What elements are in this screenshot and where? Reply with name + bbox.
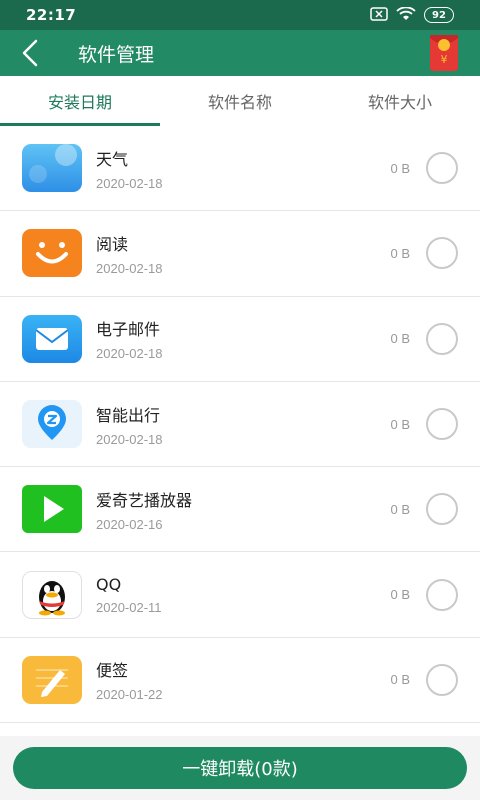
tab-app-name[interactable]: 软件名称: [160, 76, 320, 126]
list-item[interactable]: 智能出行 2020-02-18 0 B: [0, 381, 480, 468]
iqiyi-icon: [22, 485, 82, 534]
app-name: 阅读: [96, 234, 129, 254]
select-radio[interactable]: [426, 578, 458, 611]
tab-install-date[interactable]: 安装日期: [0, 76, 160, 126]
install-date: 2020-01-22: [96, 687, 163, 703]
one-click-uninstall-button[interactable]: 一键卸载(0款): [13, 747, 467, 789]
app-name: 智能出行: [96, 405, 161, 425]
app-name: 便签: [96, 661, 129, 681]
status-icons: 92: [370, 6, 454, 25]
battery-indicator: 92: [424, 7, 454, 23]
sort-tabs: 安装日期 软件名称 软件大小: [0, 76, 480, 126]
install-date: 2020-02-16: [96, 516, 163, 532]
install-date: 2020-02-11: [96, 599, 162, 615]
notes-icon: [22, 655, 82, 704]
app-size: 0 B: [390, 331, 410, 347]
back-arrow-icon: [22, 39, 38, 67]
app-name: 爱奇艺播放器: [96, 490, 193, 510]
list-item[interactable]: 阅读 2020-02-18 0 B: [0, 211, 480, 297]
red-packet-button[interactable]: ¥: [426, 33, 462, 73]
footer-bar: 一键卸载(0款): [0, 736, 480, 800]
app-name: 天气: [96, 149, 129, 169]
weather-icon: [22, 144, 82, 193]
app-name: 电子邮件: [96, 320, 161, 340]
app-list[interactable]: 天气 2020-02-18 0 B 阅读 2020-02-18 0 B 电子邮件…: [0, 126, 480, 736]
app-size: 0 B: [390, 501, 410, 517]
email-icon: [22, 314, 82, 363]
qq-icon: [22, 570, 82, 619]
reader-icon: [22, 229, 82, 278]
select-radio[interactable]: [426, 322, 458, 355]
list-item[interactable]: 爱奇艺播放器 2020-02-16 0 B: [0, 467, 480, 553]
app-size: 0 B: [390, 245, 410, 261]
app-size: 0 B: [390, 587, 410, 603]
app-name: QQ: [96, 574, 122, 594]
list-item[interactable]: QQ 2020-02-11 0 B: [0, 552, 480, 638]
svg-text:¥: ¥: [441, 53, 448, 66]
install-date: 2020-02-18: [96, 260, 163, 276]
select-radio[interactable]: [426, 493, 458, 526]
list-item[interactable]: 便签 2020-01-22 0 B: [0, 637, 480, 724]
select-radio[interactable]: [426, 237, 458, 270]
list-item[interactable]: 天气 2020-02-18 0 B: [0, 126, 480, 212]
red-packet-icon: ¥: [430, 35, 458, 71]
wifi-icon: [396, 6, 416, 25]
select-radio[interactable]: [426, 663, 458, 696]
app-size: 0 B: [390, 160, 410, 176]
app-size: 0 B: [390, 416, 410, 432]
app-bar: 软件管理 ¥: [0, 30, 480, 76]
install-date: 2020-02-18: [96, 346, 163, 362]
sim-x-icon: [370, 6, 388, 25]
install-date: 2020-02-18: [96, 431, 163, 447]
install-date: 2020-02-18: [96, 175, 163, 191]
tab-app-size[interactable]: 软件大小: [320, 76, 480, 126]
select-radio[interactable]: [426, 152, 458, 185]
status-time: 22:17: [26, 6, 77, 24]
status-bar: 22:17 92: [0, 0, 480, 30]
list-item[interactable]: 电子邮件 2020-02-18 0 B: [0, 296, 480, 382]
select-radio[interactable]: [426, 408, 458, 441]
smart-travel-icon: [22, 400, 82, 449]
back-button[interactable]: [0, 30, 60, 76]
app-size: 0 B: [390, 672, 410, 688]
page-title: 软件管理: [78, 43, 155, 66]
